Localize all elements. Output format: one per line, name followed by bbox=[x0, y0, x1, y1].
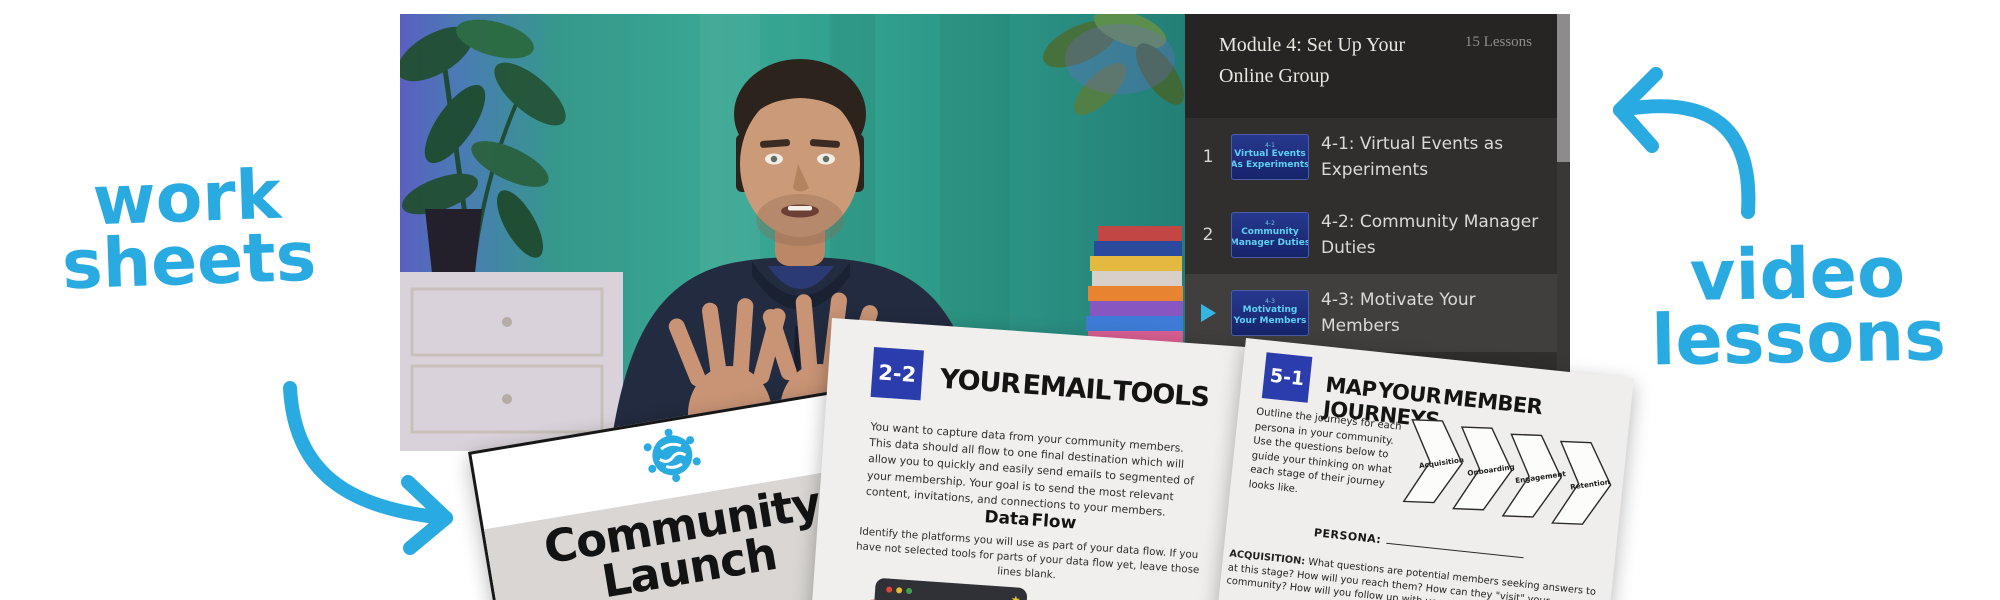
now-playing-icon bbox=[1197, 304, 1219, 322]
thumbnail-title: Manager Duties bbox=[1231, 238, 1309, 248]
worksheet-intro-text: Outline the journeys for each persona in… bbox=[1248, 406, 1403, 495]
lesson-title: 4-1: Virtual Events as Experiments bbox=[1321, 133, 1504, 180]
lesson-row-4-3-active[interactable]: 4-3 Motivating Your Members 4-3: Motivat… bbox=[1185, 274, 1570, 352]
worksheet-number-badge: 2-2 bbox=[870, 347, 924, 401]
lesson-number: 1 bbox=[1202, 147, 1214, 167]
scrollbar-thumb[interactable] bbox=[1557, 14, 1570, 162]
thumbnail-title: As Experiments bbox=[1231, 160, 1309, 170]
video-lessons-annotation: video lessons bbox=[1650, 231, 1947, 382]
lesson-thumbnail[interactable]: 4-3 Motivating Your Members bbox=[1231, 290, 1309, 336]
star-icon: ★ bbox=[1010, 593, 1021, 600]
plant-pot bbox=[425, 209, 482, 282]
worksheet-title: YOUR EMAIL TOOLS bbox=[938, 363, 1210, 414]
thumbnail-tag: 4-2 bbox=[1265, 219, 1275, 227]
thumbnail-title: Virtual Events bbox=[1234, 148, 1306, 159]
journey-stages-diagram: Acquisition Onboarding Engagement Retent… bbox=[1401, 414, 1622, 536]
lesson-row-4-2[interactable]: 2 4-2 Community Manager Duties 4-2: Comm… bbox=[1185, 196, 1570, 274]
lesson-title: 4-2: Community Manager Duties bbox=[1321, 211, 1539, 258]
worksheet-email-tools: 2-2 YOUR EMAIL TOOLS You want to capture… bbox=[802, 318, 1255, 600]
persona-blank-line bbox=[1385, 531, 1525, 559]
lesson-count: 15 Lessons bbox=[1464, 34, 1532, 50]
persona-field: PERSONA: bbox=[1313, 524, 1525, 561]
thumbnail-tag: 4-1 bbox=[1265, 141, 1275, 149]
persona-label: PERSONA: bbox=[1313, 526, 1382, 547]
promo-canvas: Module 4: Set Up Your Online Group 15 Le… bbox=[0, 0, 2000, 600]
module-title: Module 4: Set Up Your Online Group bbox=[1219, 34, 1406, 87]
video-lessons-arrow-icon bbox=[1613, 67, 1756, 219]
lesson-thumbnail[interactable]: 4-2 Community Manager Duties bbox=[1231, 212, 1309, 258]
thumbnail-title: Motivating bbox=[1242, 304, 1298, 315]
worksheets-arrow-icon bbox=[283, 381, 453, 555]
worksheet-number-badge: 5-1 bbox=[1261, 352, 1313, 403]
acquisition-question: ACQUISITION: What questions are potentia… bbox=[1226, 547, 1604, 600]
thumbnail-title: Community bbox=[1241, 226, 1299, 237]
worksheets-annotation: work sheets bbox=[60, 155, 318, 305]
thumbnail-title: Your Members bbox=[1233, 316, 1307, 326]
thumbnail-tag: 4-3 bbox=[1265, 297, 1275, 305]
lesson-row-4-1[interactable]: 1 4-1 Virtual Events As Experiments 4-1:… bbox=[1185, 118, 1570, 196]
lesson-thumbnail[interactable]: 4-1 Virtual Events As Experiments bbox=[1231, 134, 1309, 180]
module-header: Module 4: Set Up Your Online Group 15 Le… bbox=[1185, 14, 1570, 118]
lesson-title: 4-3: Motivate Your Members bbox=[1321, 289, 1476, 336]
worksheet-member-journeys: 5-1 MAP YOUR MEMBER JOURNEYS Outline the… bbox=[1214, 338, 1634, 600]
lesson-number: 2 bbox=[1202, 225, 1214, 245]
community-logo-icon bbox=[640, 423, 705, 491]
